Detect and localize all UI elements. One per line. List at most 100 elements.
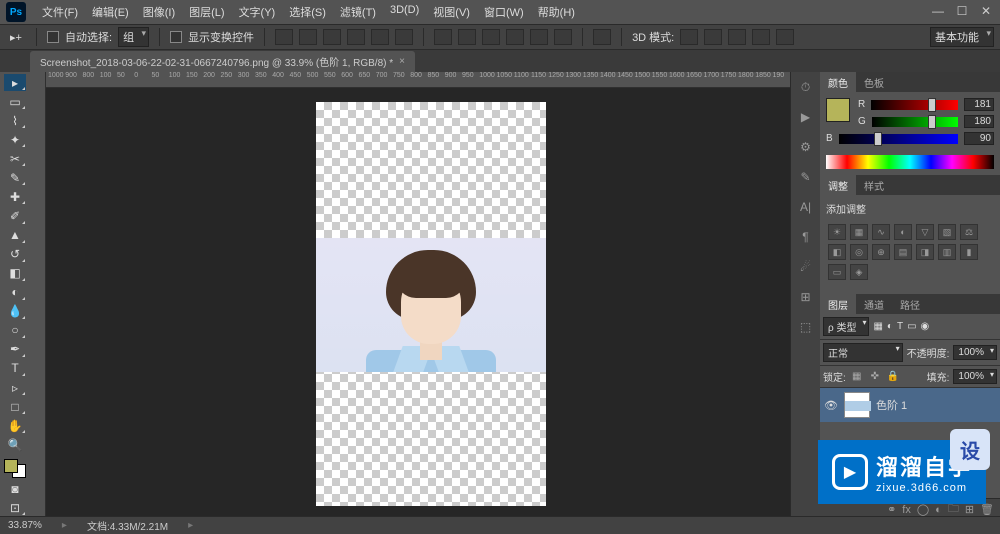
- dist-5-icon[interactable]: [530, 29, 548, 45]
- actions-panel-icon[interactable]: ▶: [797, 110, 815, 126]
- adj-gradientmap-icon[interactable]: ▭: [828, 264, 846, 280]
- new-layer-icon[interactable]: ⊞: [965, 503, 974, 516]
- filter-smart-icon[interactable]: ◉: [921, 321, 930, 332]
- path-select-tool[interactable]: ▹: [4, 379, 26, 396]
- adjustments-tab[interactable]: 调整: [820, 175, 856, 195]
- dist-6-icon[interactable]: [554, 29, 572, 45]
- dist-4-icon[interactable]: [506, 29, 524, 45]
- auto-select-dropdown[interactable]: 组: [118, 27, 149, 47]
- stamp-tool[interactable]: ▲: [4, 227, 26, 244]
- arrange-icon[interactable]: [593, 29, 611, 45]
- adj-threshold-icon[interactable]: ▮: [960, 244, 978, 260]
- layer-visibility-icon[interactable]: 👁: [824, 399, 838, 412]
- move-tool-icon[interactable]: ▸+: [6, 28, 26, 46]
- menu-filter[interactable]: 滤镜(T): [334, 2, 382, 22]
- adj-lookup-icon[interactable]: ▤: [894, 244, 912, 260]
- menu-help[interactable]: 帮助(H): [532, 2, 581, 22]
- menu-3d[interactable]: 3D(D): [384, 2, 425, 22]
- crop-tool[interactable]: ✂: [4, 150, 26, 167]
- dodge-tool[interactable]: ○: [4, 322, 26, 339]
- clone-panel-icon[interactable]: ☄: [797, 260, 815, 276]
- 3d-5-icon[interactable]: [776, 29, 794, 45]
- menu-window[interactable]: 窗口(W): [478, 2, 530, 22]
- align-top-icon[interactable]: [275, 29, 293, 45]
- spectrum-bar[interactable]: [826, 155, 994, 169]
- close-button[interactable]: ✕: [978, 6, 994, 18]
- para-panel-icon[interactable]: ¶: [797, 230, 815, 246]
- r-slider[interactable]: [871, 100, 958, 110]
- adj-posterize-icon[interactable]: ▥: [938, 244, 956, 260]
- fg-color-swatch[interactable]: [4, 459, 18, 473]
- paths-tab[interactable]: 路径: [892, 294, 928, 314]
- char-panel-icon[interactable]: A|: [797, 200, 815, 216]
- gradient-tool[interactable]: ◐: [4, 284, 26, 301]
- zoom-level[interactable]: 33.87%: [8, 520, 42, 531]
- blend-mode-dropdown[interactable]: 正常: [823, 343, 903, 362]
- menu-file[interactable]: 文件(F): [36, 2, 84, 22]
- screenmode-tool[interactable]: ⊡: [4, 499, 26, 516]
- adj-vibrance-icon[interactable]: ▽: [916, 224, 934, 240]
- nav-panel-icon[interactable]: ⊞: [797, 290, 815, 306]
- align-left-icon[interactable]: [347, 29, 365, 45]
- new-fill-icon[interactable]: ◐: [935, 504, 942, 516]
- adj-selective-icon[interactable]: ◈: [850, 264, 868, 280]
- quick-select-tool[interactable]: ✦: [4, 131, 26, 148]
- document-canvas[interactable]: [316, 102, 546, 506]
- dist-1-icon[interactable]: [434, 29, 452, 45]
- opacity-value[interactable]: 100%: [953, 345, 997, 360]
- maximize-button[interactable]: ☐: [954, 6, 970, 18]
- menu-image[interactable]: 图像(I): [137, 2, 181, 22]
- lock-all-icon[interactable]: 🔒: [886, 371, 900, 383]
- eyedropper-tool[interactable]: ✎: [4, 169, 26, 186]
- g-value[interactable]: 180: [964, 115, 994, 128]
- 3d-4-icon[interactable]: [752, 29, 770, 45]
- adj-levels-icon[interactable]: ▦: [850, 224, 868, 240]
- properties-panel-icon[interactable]: ⚙: [797, 140, 815, 156]
- adj-balance-icon[interactable]: ⚖: [960, 224, 978, 240]
- pen-tool[interactable]: ✒: [4, 341, 26, 358]
- zoom-tool[interactable]: 🔍: [4, 436, 26, 453]
- styles-tab[interactable]: 样式: [856, 175, 892, 195]
- layers-tab[interactable]: 图层: [820, 294, 856, 314]
- align-bottom-icon[interactable]: [323, 29, 341, 45]
- auto-select-checkbox[interactable]: [47, 31, 59, 43]
- move-tool[interactable]: ▸: [4, 74, 26, 91]
- 3d-2-icon[interactable]: [704, 29, 722, 45]
- 3d-1-icon[interactable]: [680, 29, 698, 45]
- history-panel-icon[interactable]: ⏱: [797, 80, 815, 96]
- tab-close-icon[interactable]: ×: [399, 56, 405, 67]
- layer-thumbnail[interactable]: [844, 392, 870, 418]
- dist-2-icon[interactable]: [458, 29, 476, 45]
- marquee-tool[interactable]: ▭: [4, 93, 26, 110]
- b-value[interactable]: 90: [964, 132, 994, 145]
- lasso-tool[interactable]: ⌇: [4, 112, 26, 129]
- fill-value[interactable]: 100%: [953, 369, 997, 384]
- layer-filter-dropdown[interactable]: ρ 类型: [823, 317, 869, 336]
- adj-curves-icon[interactable]: ∿: [872, 224, 890, 240]
- brush-tool[interactable]: ✐: [4, 207, 26, 224]
- r-value[interactable]: 181: [964, 98, 994, 111]
- menu-select[interactable]: 选择(S): [283, 2, 332, 22]
- filter-shape-icon[interactable]: ▭: [907, 321, 916, 332]
- lock-pixels-icon[interactable]: ▦: [850, 371, 864, 383]
- color-preview[interactable]: [826, 98, 850, 122]
- channels-tab[interactable]: 通道: [856, 294, 892, 314]
- brush-panel-icon[interactable]: ✎: [797, 170, 815, 186]
- link-layers-icon[interactable]: ⚭: [887, 503, 896, 516]
- 3d-panel-icon[interactable]: ⬚: [797, 320, 815, 336]
- filter-adj-icon[interactable]: ◐: [887, 321, 893, 332]
- layer-mask-icon[interactable]: ◯: [917, 503, 929, 516]
- adj-bw-icon[interactable]: ◧: [828, 244, 846, 260]
- align-vcenter-icon[interactable]: [299, 29, 317, 45]
- adj-mixer-icon[interactable]: ⊕: [872, 244, 890, 260]
- lock-position-icon[interactable]: ✜: [868, 371, 882, 383]
- hand-tool[interactable]: ✋: [4, 417, 26, 434]
- layer-name[interactable]: 色阶 1: [876, 397, 907, 413]
- canvas-area[interactable]: 1000900800100500501001502002503003504004…: [46, 72, 790, 516]
- layer-row[interactable]: 👁 色阶 1: [820, 388, 1000, 422]
- dist-3-icon[interactable]: [482, 29, 500, 45]
- adj-photo-filter-icon[interactable]: ◎: [850, 244, 868, 260]
- filter-pixel-icon[interactable]: ▦: [873, 321, 882, 332]
- healing-tool[interactable]: ✚: [4, 188, 26, 205]
- 3d-3-icon[interactable]: [728, 29, 746, 45]
